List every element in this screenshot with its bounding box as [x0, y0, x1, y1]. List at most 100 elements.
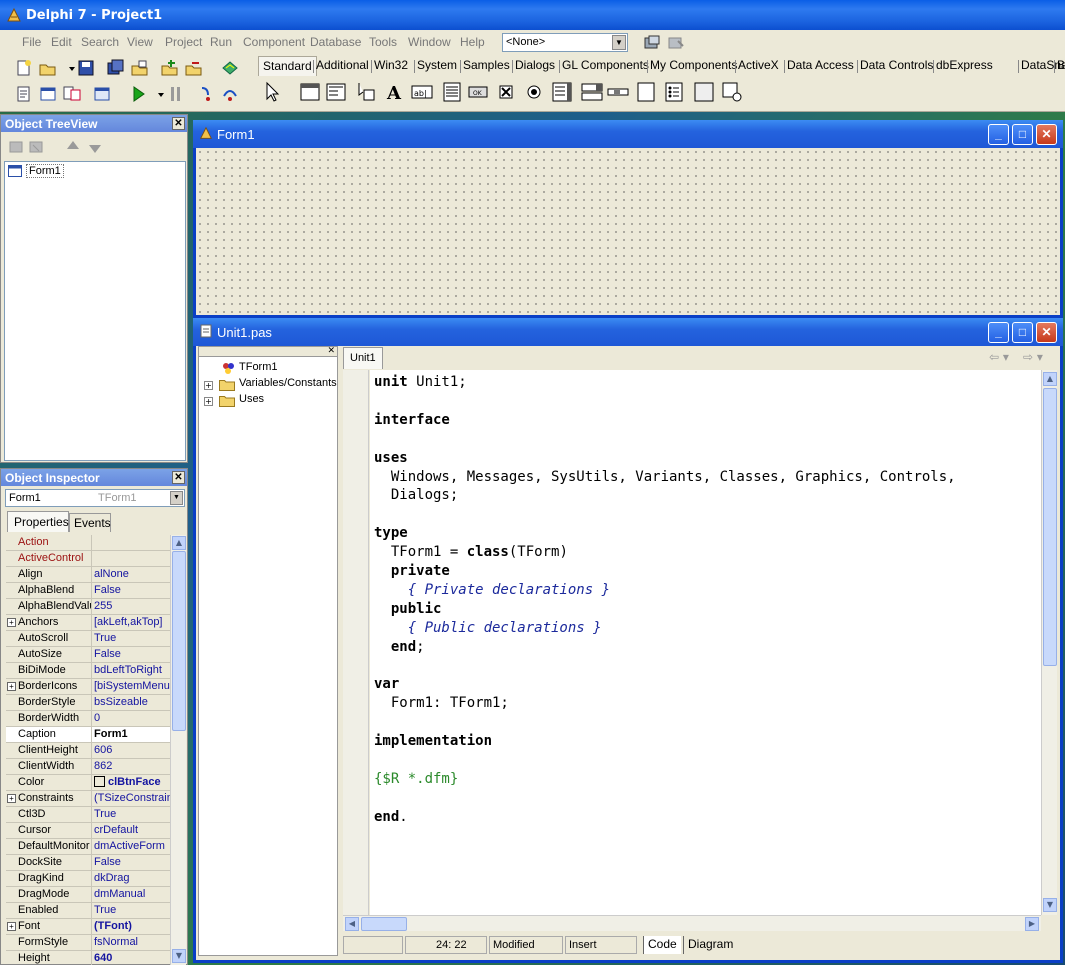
scrollbar-icon[interactable]: [606, 80, 630, 104]
property-row-color[interactable]: Color clBtnFace: [6, 775, 170, 791]
property-row-cursor[interactable]: Cursor crDefault: [6, 823, 170, 839]
code-line[interactable]: { Private declarations }: [374, 582, 610, 598]
editor-vscrollbar[interactable]: ▲ ▼: [1041, 370, 1057, 915]
move-up-icon[interactable]: [63, 137, 79, 153]
palette-tab-standard[interactable]: Standard: [258, 56, 317, 76]
property-value[interactable]: clBtnFace: [94, 776, 170, 788]
palette-tab-gl-components[interactable]: GL Components: [562, 58, 649, 72]
property-value[interactable]: fsNormal: [94, 936, 170, 948]
menu-help[interactable]: Help: [460, 35, 485, 49]
palette-tab-my-components[interactable]: My Components: [650, 58, 737, 72]
expand-icon[interactable]: +: [7, 794, 16, 803]
add-to-project-icon[interactable]: [160, 58, 180, 78]
pointer-tool-icon[interactable]: [260, 80, 284, 104]
property-row-defaultmonitor[interactable]: DefaultMonitor dmActiveForm: [6, 839, 170, 855]
expand-icon[interactable]: +: [7, 682, 16, 691]
minimize-icon[interactable]: _: [988, 322, 1009, 343]
property-value[interactable]: Form1: [94, 728, 170, 740]
explorer-item-uses[interactable]: Uses: [239, 393, 264, 405]
code-line[interactable]: {$R *.dfm}: [374, 771, 458, 787]
expand-icon[interactable]: +: [204, 381, 213, 390]
palette-tab-win32[interactable]: Win32: [374, 58, 408, 72]
code-line[interactable]: interface: [374, 412, 450, 428]
property-row-docksite[interactable]: DockSite False: [6, 855, 170, 871]
run-dropdown-icon[interactable]: [151, 84, 164, 104]
property-value[interactable]: dmManual: [94, 888, 170, 900]
debug-desktop-icon[interactable]: [666, 33, 686, 53]
property-value[interactable]: (TFont): [94, 920, 170, 932]
palette-tab-b[interactable]: B: [1057, 58, 1065, 72]
property-row-activecontrol[interactable]: ActiveControl: [6, 551, 170, 567]
checkbox-icon[interactable]: [494, 80, 518, 104]
palette-tab-samples[interactable]: Samples: [463, 58, 510, 72]
new-items-icon[interactable]: [14, 58, 34, 78]
property-value[interactable]: dmActiveForm: [94, 840, 170, 852]
frames-icon[interactable]: [298, 80, 322, 104]
property-row-borderwidth[interactable]: BorderWidth 0: [6, 711, 170, 727]
form-design-surface[interactable]: [196, 148, 1060, 315]
property-row-formstyle[interactable]: FormStyle fsNormal: [6, 935, 170, 951]
property-row-dragkind[interactable]: DragKind dkDrag: [6, 871, 170, 887]
scroll-down-icon[interactable]: ▼: [1043, 898, 1057, 912]
scroll-up-icon[interactable]: ▲: [172, 536, 186, 550]
new-item-icon[interactable]: [7, 137, 23, 153]
property-value[interactable]: bdLeftToRight: [94, 664, 170, 676]
new-form-icon[interactable]: [92, 84, 112, 104]
menu-run[interactable]: Run: [210, 35, 232, 49]
property-value[interactable]: False: [94, 648, 170, 660]
open-project-icon[interactable]: [130, 58, 150, 78]
code-line[interactable]: implementation: [374, 733, 492, 749]
property-row-clientheight[interactable]: ClientHeight 606: [6, 743, 170, 759]
editor-hscrollbar[interactable]: ◀ ▶: [343, 915, 1041, 931]
code-line[interactable]: uses: [374, 450, 408, 466]
palette-tab-dbexpress[interactable]: dbExpress: [936, 58, 993, 72]
expand-icon[interactable]: +: [7, 922, 16, 931]
code-line[interactable]: unit Unit1;: [374, 374, 467, 390]
tab-code[interactable]: Code: [643, 936, 681, 954]
property-value[interactable]: 255: [94, 600, 170, 612]
code-editor[interactable]: unit Unit1; interface uses Windows, Messag…: [370, 370, 1041, 915]
property-row-align[interactable]: Align alNone: [6, 567, 170, 583]
expand-icon[interactable]: +: [204, 397, 213, 406]
edit-icon[interactable]: ab|: [410, 80, 434, 104]
property-value[interactable]: dkDrag: [94, 872, 170, 884]
property-row-alphablend[interactable]: AlphaBlend False: [6, 583, 170, 599]
chevron-down-icon[interactable]: ▼: [170, 491, 183, 505]
radio-button-icon[interactable]: [522, 80, 546, 104]
property-row-anchors[interactable]: + Anchors [akLeft,akTop]: [6, 615, 170, 631]
scroll-up-icon[interactable]: ▲: [1043, 372, 1057, 386]
palette-tab-data-controls[interactable]: Data Controls: [860, 58, 933, 72]
property-value[interactable]: 640: [94, 952, 170, 964]
groupbox-icon[interactable]: [634, 80, 658, 104]
palette-tab-system[interactable]: System: [417, 58, 457, 72]
scrollbar-thumb[interactable]: [361, 917, 407, 931]
property-value[interactable]: [akLeft,akTop]: [94, 616, 170, 628]
move-down-icon[interactable]: [85, 137, 101, 153]
explorer-item-tform1[interactable]: TForm1: [239, 361, 278, 373]
form1-title-bar[interactable]: Form1 _ □ ✕: [193, 120, 1063, 148]
code-line[interactable]: { Public declarations }: [374, 620, 602, 636]
menu-search[interactable]: Search: [81, 35, 119, 49]
maximize-icon[interactable]: □: [1012, 124, 1033, 145]
property-row-borderstyle[interactable]: BorderStyle bsSizeable: [6, 695, 170, 711]
combobox-icon[interactable]: [580, 80, 604, 104]
close-icon[interactable]: ✕: [1036, 124, 1057, 145]
step-over-icon[interactable]: [220, 84, 240, 104]
tab-properties[interactable]: Properties: [7, 511, 69, 532]
code-line[interactable]: Form1: TForm1;: [374, 695, 509, 711]
code-line[interactable]: type: [374, 525, 408, 541]
scrollbar-thumb[interactable]: [172, 551, 186, 731]
close-icon[interactable]: ✕: [327, 347, 335, 356]
action-list-icon[interactable]: [720, 80, 744, 104]
editor-title-bar[interactable]: Unit1.pas _ □ ✕: [193, 318, 1063, 346]
code-line[interactable]: private: [374, 563, 450, 579]
property-value[interactable]: alNone: [94, 568, 170, 580]
code-line[interactable]: end.: [374, 809, 408, 825]
tab-events[interactable]: Events: [69, 513, 111, 532]
label-icon[interactable]: A: [382, 80, 406, 104]
explorer-item-variables[interactable]: Variables/Constants: [239, 377, 337, 389]
property-row-font[interactable]: + Font (TFont): [6, 919, 170, 935]
view-form-icon[interactable]: [38, 84, 58, 104]
property-value[interactable]: True: [94, 632, 170, 644]
property-value[interactable]: 862: [94, 760, 170, 772]
